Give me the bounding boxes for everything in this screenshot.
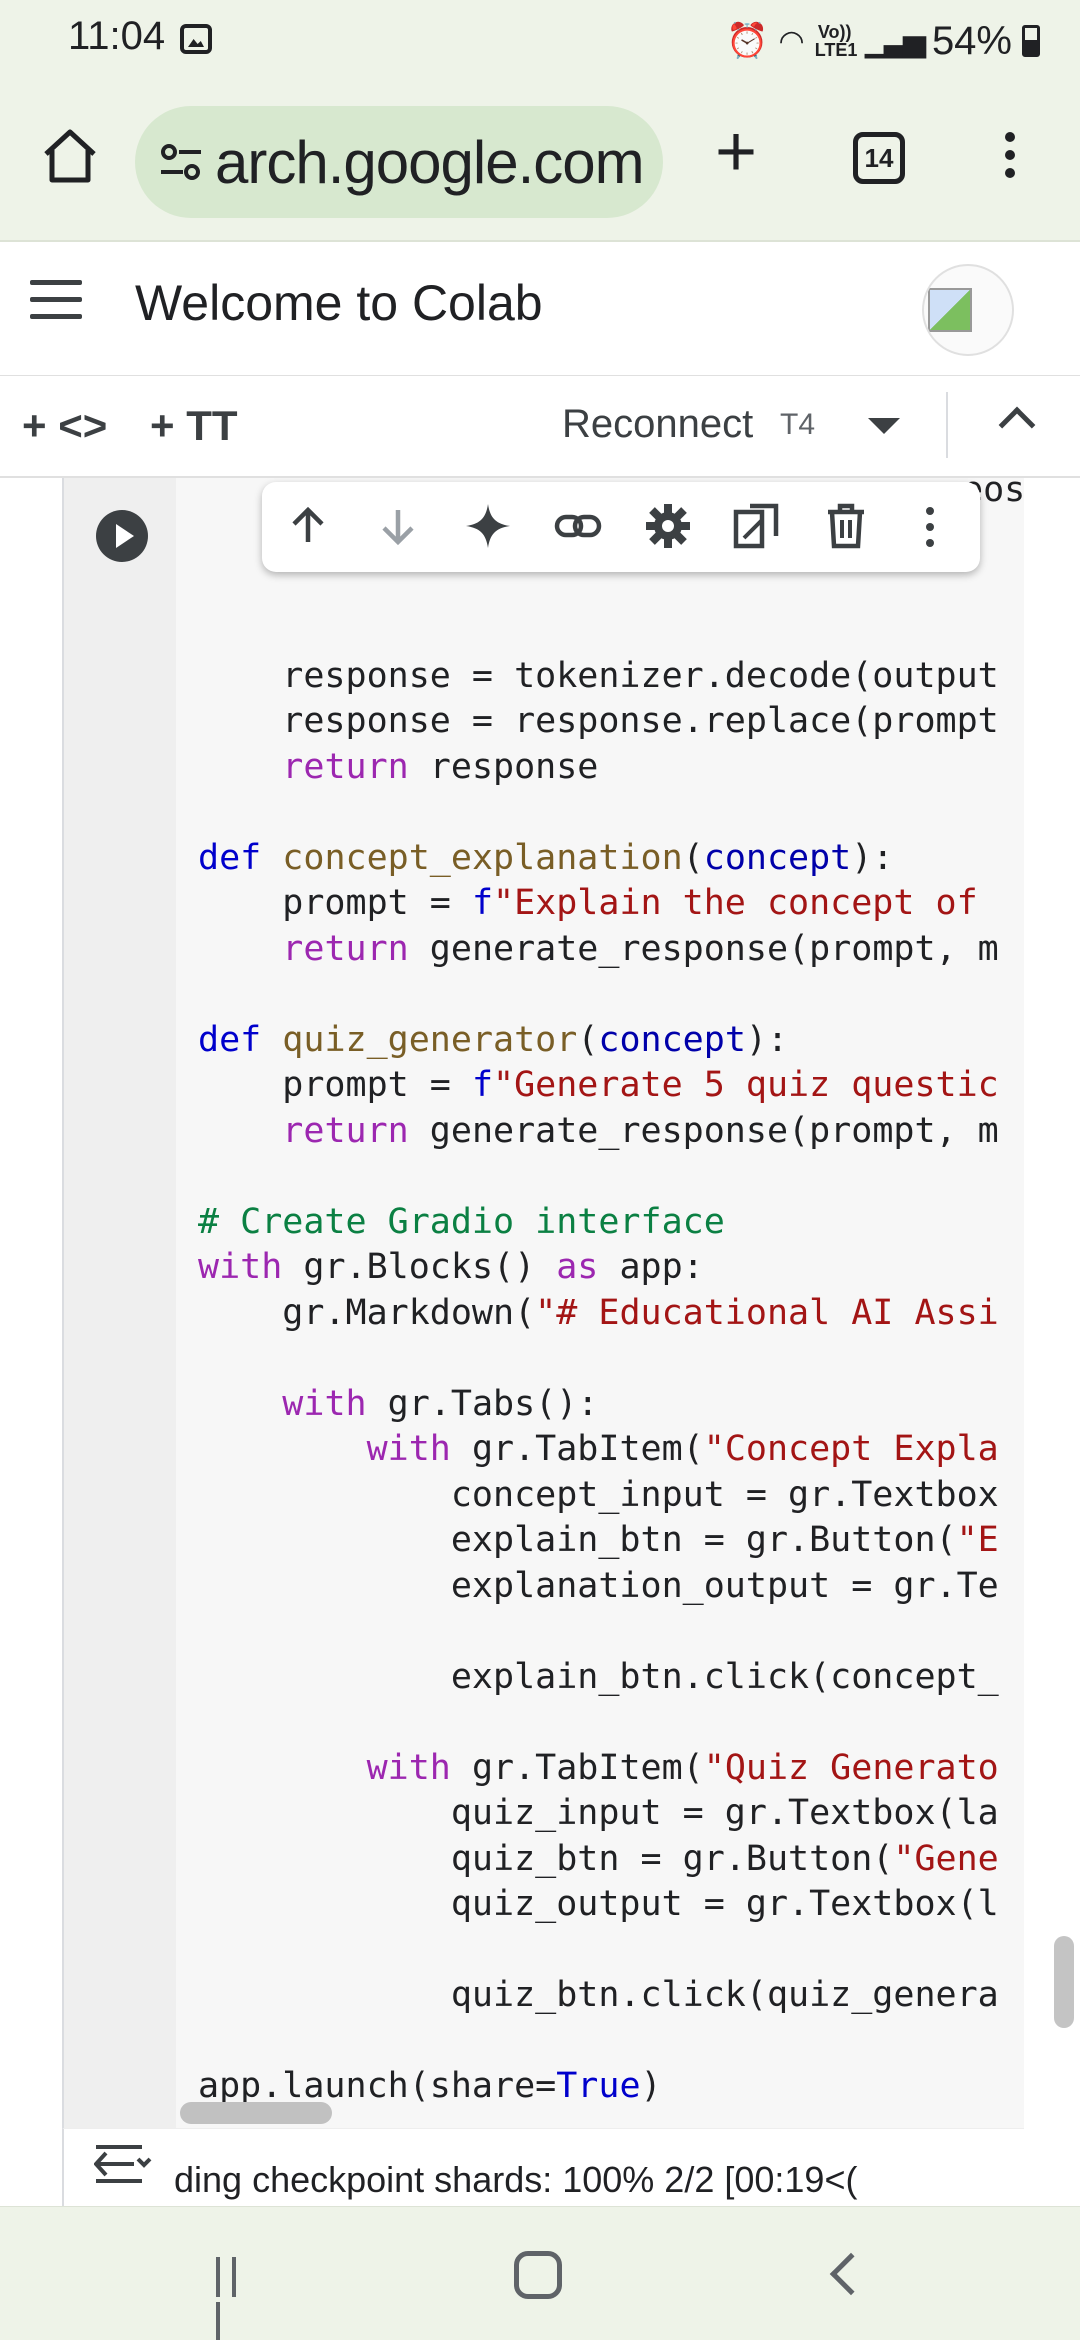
code-line: with gr.TabItem("Quiz Generato	[366, 1747, 999, 1788]
code-line: def concept_explanation(concept):	[198, 837, 894, 878]
network-label: Vo)) LTE1	[814, 22, 858, 60]
sparkle-icon[interactable]	[464, 502, 512, 550]
output-toggle-icon[interactable]	[94, 2141, 154, 2187]
url-text: arch.google.com	[215, 129, 645, 196]
code-line: with gr.TabItem("Concept Expla	[366, 1429, 999, 1469]
output-area: ding checkpoint shards: 100% 2/2 [00:19<…	[62, 2128, 1024, 2206]
home-nav-icon[interactable]	[514, 2251, 562, 2299]
code-line: prompt = f"Generate 5 quiz questic	[198, 1065, 999, 1105]
browser-toolbar: arch.google.com + 14	[0, 80, 1080, 242]
reconnect-button[interactable]: Reconnect	[562, 402, 753, 447]
divider	[946, 392, 948, 458]
browser-menu-icon[interactable]	[1000, 128, 1020, 188]
recents-icon[interactable]	[216, 2257, 258, 2340]
link-icon[interactable]	[554, 502, 602, 550]
code-line: prompt = f"Explain the concept of	[198, 883, 978, 923]
notebook-title[interactable]: Welcome to Colab	[135, 274, 543, 332]
arrow-down-icon[interactable]	[374, 502, 422, 550]
new-tab-button[interactable]: +	[706, 116, 766, 188]
gear-icon[interactable]	[644, 502, 692, 550]
code-line: quiz_output = gr.Textbox(l	[198, 1884, 999, 1924]
code-line: with gr.Tabs():	[282, 1383, 599, 1424]
arrow-up-icon[interactable]	[284, 502, 332, 550]
battery-percent: 54%	[931, 18, 1012, 63]
chevron-up-icon[interactable]	[998, 406, 1036, 444]
chevron-down-icon[interactable]	[868, 418, 900, 434]
hamburger-icon[interactable]	[30, 280, 82, 320]
right-margin	[1024, 478, 1080, 2128]
code-line: return generate_response(prompt, m	[282, 928, 999, 969]
runtime-label: T4	[780, 408, 816, 441]
code-line: quiz_btn = gr.Button("Gene	[198, 1838, 999, 1879]
code-line: return generate_response(prompt, m	[282, 1110, 999, 1151]
code-line: quiz_input = gr.Textbox(la	[198, 1793, 999, 1833]
code-line: explain_btn = gr.Button("E	[198, 1520, 999, 1560]
tune-icon[interactable]	[159, 142, 203, 182]
code-lines: response = tokenizer.decode(output respo…	[198, 608, 999, 2110]
vertical-scrollbar[interactable]	[1054, 1936, 1074, 2028]
code-line: response = tokenizer.decode(output	[198, 655, 999, 696]
cell-toolbar	[262, 482, 980, 572]
notebook-area: eos response = tokenizer.decode(output r…	[0, 478, 1080, 2206]
cell-gutter	[62, 478, 176, 2128]
code-line: explanation_output = gr.Te	[198, 1565, 999, 1606]
code-line: gr.Markdown("# Educational AI Assi	[198, 1292, 999, 1333]
url-bar[interactable]: arch.google.com	[135, 106, 663, 218]
back-icon[interactable]	[829, 2252, 873, 2296]
code-line: return response	[282, 746, 599, 787]
code-line: explain_btn.click(concept_	[198, 1656, 999, 1697]
status-indicators: ⏰ ◠ Vo)) LTE1 ▁▃▅ 54%	[726, 16, 1040, 66]
add-code-button[interactable]: + <>	[22, 402, 107, 450]
add-text-button[interactable]: + TT	[150, 402, 238, 450]
code-line: concept_input = gr.Textbox	[198, 1474, 999, 1515]
code-line: quiz_btn.click(quiz_genera	[198, 1975, 999, 2015]
code-line: app.launch(share=True)	[198, 2066, 662, 2106]
alarm-icon: ⏰	[726, 22, 769, 60]
cell-menu-icon[interactable]	[922, 504, 938, 552]
system-nav-bar	[0, 2206, 1080, 2340]
tab-switcher-button[interactable]: 14	[853, 132, 905, 184]
code-line: response = response.replace(prompt	[198, 701, 999, 741]
code-line: # Create Gradio interface	[198, 1201, 725, 1242]
mirror-icon[interactable]	[732, 502, 780, 550]
battery-icon	[1022, 25, 1040, 57]
avatar[interactable]	[922, 264, 1014, 356]
wifi-icon: ◠	[778, 24, 805, 58]
output-text: ding checkpoint shards: 100% 2/2 [00:19<…	[174, 2159, 858, 2200]
status-time: 11:04	[68, 14, 166, 58]
gallery-notification-icon	[180, 24, 212, 54]
code-line: with gr.Blocks() as app:	[198, 1247, 704, 1287]
code-editor[interactable]: eos response = tokenizer.decode(output r…	[176, 478, 1025, 2128]
colab-header: Welcome to Colab	[0, 244, 1080, 376]
code-line: def quiz_generator(concept):	[198, 1019, 789, 1060]
signal-icon: ▁▃▅	[864, 24, 926, 58]
horizontal-scrollbar[interactable]	[180, 2102, 332, 2124]
home-icon[interactable]	[40, 126, 100, 186]
status-bar: 11:04 ⏰ ◠ Vo)) LTE1 ▁▃▅ 54%	[0, 0, 1080, 80]
run-icon[interactable]	[96, 510, 148, 562]
notebook-toolbar: + <> + TT Reconnect T4	[0, 376, 1080, 478]
trash-icon[interactable]	[822, 502, 870, 550]
